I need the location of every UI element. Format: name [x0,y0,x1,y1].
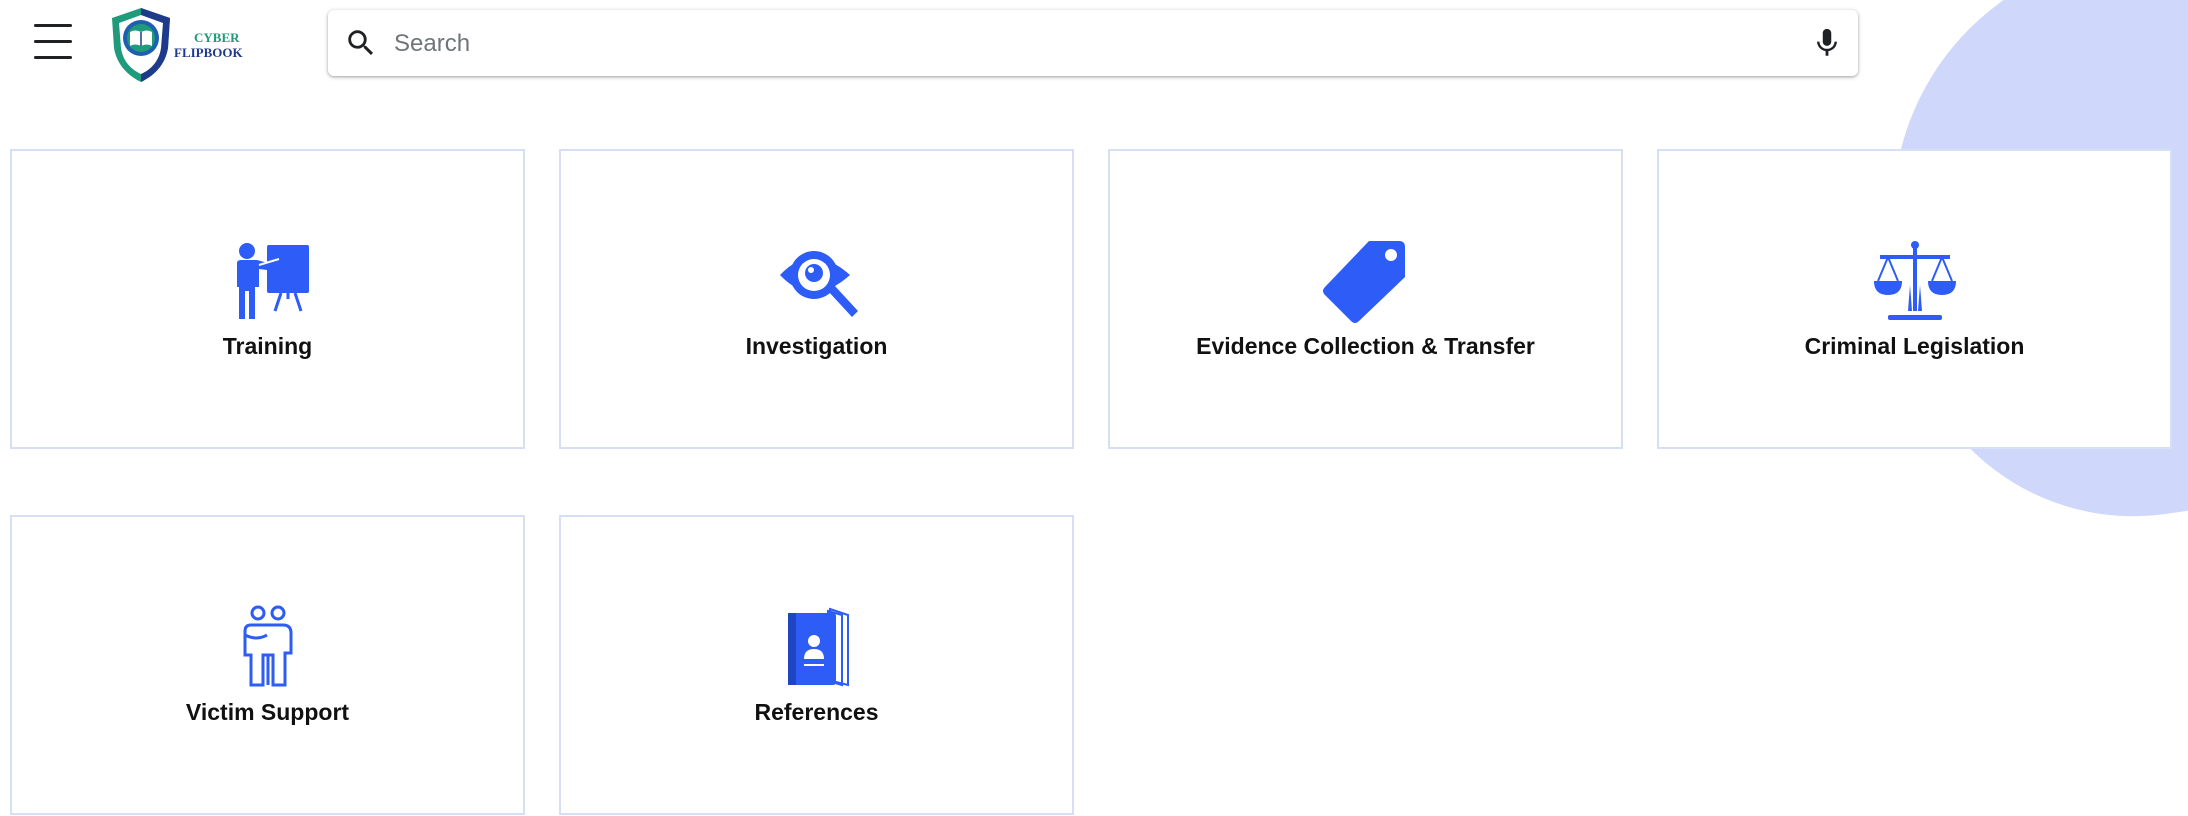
category-label: Investigation [745,333,888,359]
category-card-evidence[interactable]: Evidence Collection & Transfer [1108,149,1623,449]
logo-line-1: CYBER [194,30,240,45]
tag-icon [1322,241,1405,323]
logo-text: CYBER FLIPBOOK [174,30,243,60]
hamburger-menu-icon[interactable] [32,20,76,64]
shield-logo-icon [112,8,170,82]
logo-line-2: FLIPBOOK [174,45,243,60]
category-card-investigation[interactable]: Investigation [559,149,1074,449]
top-bar: CYBER FLIPBOOK [0,0,2188,90]
category-label: References [754,699,879,725]
category-label: Criminal Legislation [1804,333,2025,359]
app-logo[interactable]: CYBER FLIPBOOK [108,4,248,84]
search-input[interactable] [392,18,1776,70]
reference-book-icon [787,607,849,687]
search-bar [328,10,1858,76]
category-label: Victim Support [185,699,350,725]
category-card-references[interactable]: References [559,515,1074,815]
category-card-training[interactable]: Training [10,149,525,449]
people-support-icon [243,605,292,687]
teacher-presentation-icon [236,243,309,319]
category-label: Training [222,333,313,359]
microphone-icon[interactable] [1810,26,1844,60]
search-icon[interactable] [344,26,378,60]
page: CYBER FLIPBOOK Train [0,0,2188,816]
balance-scale-icon [1873,241,1956,320]
eye-magnifier-icon [779,251,858,317]
category-card-criminal-legislation[interactable]: Criminal Legislation [1657,149,2172,449]
category-card-victim-support[interactable]: Victim Support [10,515,525,815]
category-label: Evidence Collection & Transfer [1196,333,1535,359]
